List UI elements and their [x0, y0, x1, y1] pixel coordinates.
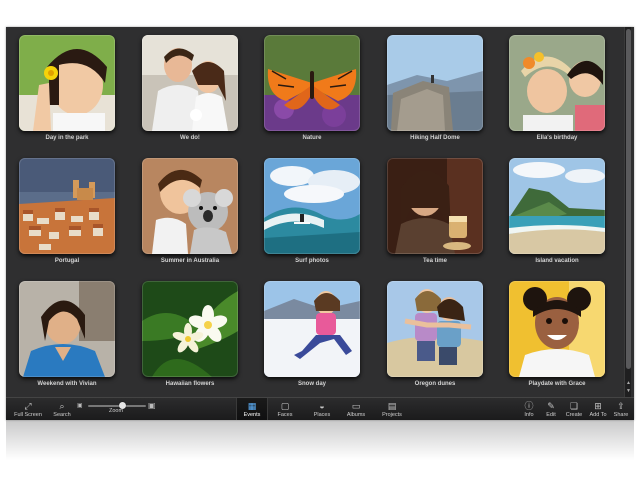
birthday-kids-photo — [509, 35, 605, 131]
girl-in-snow-photo — [264, 281, 360, 377]
search-button[interactable]: ⌕ Search — [48, 398, 76, 420]
half-dome-photo — [387, 35, 483, 131]
events-tab[interactable]: ▦ Events — [236, 398, 268, 420]
event-tile-weekend-with-vivian[interactable]: Weekend with Vivian — [19, 281, 115, 387]
vertical-scrollbar[interactable]: ▲ ▼ — [624, 27, 631, 397]
search-icon: ⌕ — [59, 401, 65, 411]
bottom-toolbar: ⤢ Full Screen ⌕ Search ▣ ▣ Zoom ▦ Events… — [6, 397, 634, 420]
butterfly-photo — [264, 35, 360, 131]
event-label: Day in the park — [45, 135, 89, 141]
girl-with-flower-photo — [19, 35, 115, 131]
add-icon: ⊞ — [594, 401, 602, 411]
places-tab[interactable]: ◒ Places — [306, 398, 338, 420]
event-label: Tea time — [423, 258, 447, 264]
projects-icon: ▤ — [387, 401, 397, 411]
events-icon: ▦ — [247, 401, 257, 411]
albums-tab[interactable]: ▭ Albums — [340, 398, 372, 420]
event-label: Island vacation — [535, 258, 579, 264]
edit-button[interactable]: ✎ Edit — [540, 398, 562, 420]
share-icon: ⇪ — [617, 401, 625, 411]
create-button[interactable]: ❏ Create — [562, 398, 586, 420]
event-label: Summer in Australia — [160, 258, 220, 264]
event-tile-summer-in-australia[interactable]: Summer in Australia — [142, 158, 238, 264]
event-label: Playdate with Grace — [528, 381, 586, 387]
plumeria-flowers-photo — [142, 281, 238, 377]
info-icon: ⓘ — [524, 401, 534, 411]
event-tile-island-vacation[interactable]: Island vacation — [509, 158, 605, 264]
zoom-label: Zoom — [108, 408, 124, 414]
smiling-girl-photo — [509, 281, 605, 377]
zoom-slider[interactable] — [88, 405, 146, 407]
event-label: Surf photos — [295, 258, 329, 264]
events-grid: Day in the park We do! Nature Hiking Hal… — [6, 27, 624, 397]
projects-tab[interactable]: ▤ Projects — [374, 398, 410, 420]
event-label: Ella's birthday — [536, 135, 578, 141]
event-tile-nature[interactable]: Nature — [264, 35, 360, 141]
woman-with-tea-photo — [387, 158, 483, 254]
full-screen-button[interactable]: ⤢ Full Screen — [8, 398, 48, 420]
event-label: Snow day — [297, 381, 326, 387]
event-tile-day-in-the-park[interactable]: Day in the park — [19, 35, 115, 141]
event-label: Hiking Half Dome — [410, 135, 460, 141]
zoom-large-icon: ▣ — [148, 401, 156, 410]
event-label: We do! — [180, 135, 200, 141]
event-label: Nature — [302, 135, 322, 141]
event-label: Weekend with Vivian — [37, 381, 97, 387]
zoom-label-wrap: Zoom — [102, 408, 130, 420]
iphoto-window: Day in the park We do! Nature Hiking Hal… — [6, 27, 634, 420]
places-icon: ◒ — [319, 401, 325, 411]
event-label: Oregon dunes — [414, 381, 456, 387]
scroll-up-icon[interactable]: ▲ — [625, 379, 632, 387]
pencil-icon: ✎ — [547, 401, 555, 411]
add-to-button[interactable]: ⊞ Add To — [586, 398, 610, 420]
create-icon: ❏ — [569, 401, 579, 411]
zoom-small-icon: ▣ — [77, 403, 83, 409]
event-tile-oregon-dunes[interactable]: Oregon dunes — [387, 281, 483, 387]
scrollbar-thumb[interactable] — [626, 29, 631, 369]
portugal-town-photo — [19, 158, 115, 254]
event-tile-ellas-birthday[interactable]: Ella's birthday — [509, 35, 605, 141]
event-label: Portugal — [54, 258, 80, 264]
woman-blue-jacket-photo — [19, 281, 115, 377]
faces-icon: ▢ — [280, 401, 290, 411]
scroll-down-icon[interactable]: ▼ — [625, 387, 632, 395]
event-label: Hawaiian flowers — [165, 381, 215, 387]
event-tile-hiking-half-dome[interactable]: Hiking Half Dome — [387, 35, 483, 141]
island-beach-photo — [509, 158, 605, 254]
event-tile-playdate-with-grace[interactable]: Playdate with Grace — [509, 281, 605, 387]
boy-with-koala-photo — [142, 158, 238, 254]
event-tile-surf-photos[interactable]: Surf photos — [264, 158, 360, 264]
event-tile-snow-day[interactable]: Snow day — [264, 281, 360, 387]
event-tile-tea-time[interactable]: Tea time — [387, 158, 483, 264]
info-button[interactable]: ⓘ Info — [518, 398, 540, 420]
full-screen-icon: ⤢ — [24, 401, 32, 411]
window-reflection — [6, 420, 634, 460]
event-tile-we-do[interactable]: We do! — [142, 35, 238, 141]
faces-tab[interactable]: ▢ Faces — [270, 398, 300, 420]
girls-on-dunes-photo — [387, 281, 483, 377]
event-tile-portugal[interactable]: Portugal — [19, 158, 115, 264]
wedding-couple-photo — [142, 35, 238, 131]
share-button[interactable]: ⇪ Share — [610, 398, 632, 420]
event-tile-hawaiian-flowers[interactable]: Hawaiian flowers — [142, 281, 238, 387]
surfer-photo — [264, 158, 360, 254]
albums-icon: ▭ — [351, 401, 361, 411]
